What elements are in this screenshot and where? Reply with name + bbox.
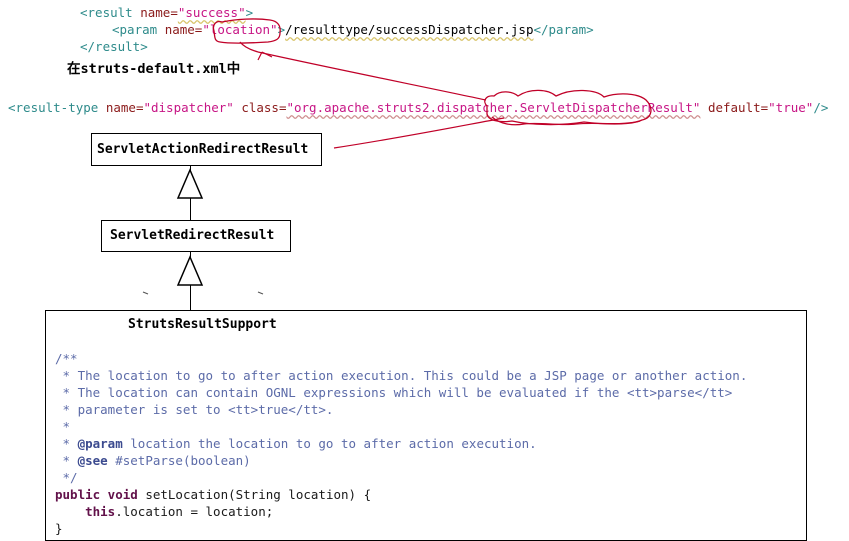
java-code-line-2: * The location can contain OGNL expressi…: [55, 385, 733, 400]
result-type-token-2: "dispatcher": [143, 100, 234, 115]
result-type-token-8: "true": [768, 100, 814, 115]
inheritance-connector-3: [190, 252, 191, 272]
result-type-token-5: "org.apache.struts2.dispatcher.ServletDi…: [286, 100, 701, 115]
java-token-0-0: /**: [55, 351, 78, 366]
result-open-token-0: <result: [80, 5, 141, 20]
java-code-line-5: * @param location the location to go to …: [55, 436, 537, 451]
java-token-5-0: *: [55, 436, 78, 451]
java-code-line-8: public void setLocation(String location)…: [55, 487, 371, 502]
java-code-line-3: * parameter is set to <tt>true</tt>.: [55, 402, 334, 417]
uml-class-label-0: ServletActionRedirectResult: [97, 142, 309, 157]
uml-class-label-2: StrutsResultSupport: [128, 317, 277, 332]
xml-result-close-line: </result>: [80, 39, 148, 54]
screenshot-root: <result name="success"> <param name="loc…: [0, 0, 849, 541]
result-type-token-6: [700, 100, 708, 115]
inheritance-connector-1: [190, 166, 191, 186]
arrowhead-location: [257, 51, 273, 61]
java-token-9-2: .location = location;: [115, 504, 274, 519]
java-token-2-1: The location can contain OGNL expression…: [77, 385, 733, 400]
java-token-5-1: @param: [77, 436, 123, 451]
java-token-10-0: }: [55, 521, 63, 536]
uml-class-label-1: ServletRedirectResult: [110, 228, 275, 243]
xml-param-line: <param name="location">/resulttype/succe…: [112, 22, 594, 37]
java-code-line-9: this.location = location;: [55, 504, 273, 519]
param-token-1: name=: [164, 22, 203, 37]
inheritance-connector-4: [190, 285, 191, 310]
param-token-0: <param: [112, 22, 165, 37]
java-token-1-0: *: [55, 368, 78, 383]
result-open-token-3: >: [245, 5, 254, 20]
param-token-2: "location": [202, 22, 278, 37]
result-type-token-0: <result-type: [8, 100, 106, 115]
java-token-5-2: location the location to go to after act…: [122, 436, 537, 451]
java-token-8-0: public void: [55, 487, 138, 502]
uml-tick-right: [257, 291, 264, 295]
java-token-2-0: *: [55, 385, 78, 400]
java-token-6-1: @see: [77, 453, 108, 468]
java-code-line-4: *: [55, 419, 71, 434]
java-code-line-1: * The location to go to after action exe…: [55, 368, 748, 383]
circle-location-tail: [239, 41, 259, 53]
param-token-4: /resulttype/successDispatcher.jsp: [285, 22, 534, 37]
java-token-7-0: */: [55, 470, 78, 485]
java-token-6-0: *: [55, 453, 78, 468]
java-token-1-1: The location to go to after action execu…: [77, 368, 748, 383]
result-open-token-2: "success": [177, 5, 246, 20]
java-token-6-2: #setParse(boolean): [107, 453, 251, 468]
xml-result-type-line: <result-type name="dispatcher" class="or…: [8, 100, 828, 115]
param-token-5: </param>: [533, 22, 594, 37]
java-token-4-0: *: [55, 419, 71, 434]
struts-default-note: 在struts-default.xml中: [67, 61, 241, 77]
inheritance-connector-2: [190, 198, 191, 220]
arrow-location-to-class: [257, 51, 487, 101]
result-type-token-1: name=: [105, 100, 144, 115]
java-code-line-6: * @see #setParse(boolean): [55, 453, 251, 468]
result-type-token-7: default=: [707, 100, 769, 115]
java-token-3-1: parameter is set to <tt>true</tt>.: [77, 402, 334, 417]
java-code-line-10: }: [55, 521, 63, 536]
java-code-line-7: */: [55, 470, 78, 485]
param-token-3: >: [277, 22, 286, 37]
java-token-3-0: *: [55, 402, 78, 417]
circle-servletdispatcherresult-underline: [491, 116, 641, 126]
java-code-line-0: /**: [55, 351, 78, 366]
java-token-9-1: this: [85, 504, 116, 519]
result-open-token-1: name=: [140, 5, 178, 20]
java-token-8-1: setLocation(String location) {: [137, 487, 372, 502]
result-close-token-0: </result>: [80, 39, 148, 54]
java-token-9-0: [55, 504, 85, 519]
xml-result-line-1: <result name="success">: [80, 5, 253, 20]
uml-tick-left: [142, 291, 149, 295]
result-type-token-4: class=: [241, 100, 287, 115]
arrow-box-to-class: [333, 117, 505, 149]
result-type-token-9: />: [813, 100, 829, 115]
